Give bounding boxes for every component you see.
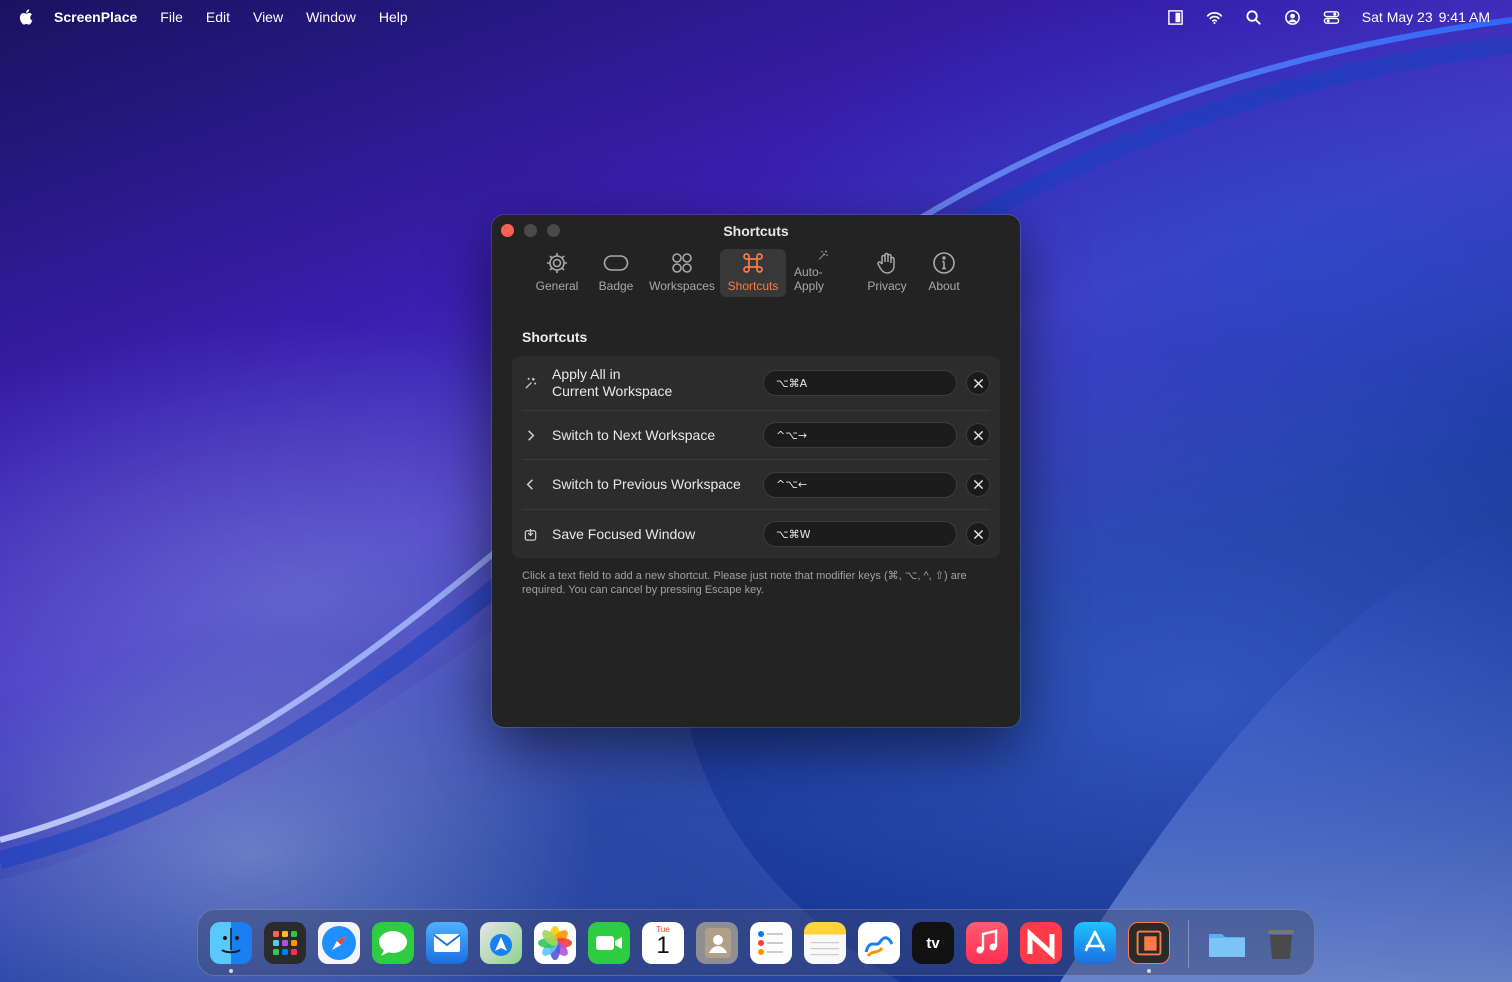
- clock-date: Sat May 23: [1361, 9, 1433, 25]
- user-icon[interactable]: [1284, 9, 1301, 26]
- tv-icon[interactable]: tv: [912, 922, 954, 964]
- tab-shortcuts[interactable]: Shortcuts: [720, 249, 786, 297]
- reminders-icon[interactable]: [750, 922, 792, 964]
- dock: Tue 1 tv: [197, 909, 1315, 976]
- calendar-icon[interactable]: Tue 1: [642, 922, 684, 964]
- tab-workspaces-label: Workspaces: [649, 279, 715, 293]
- close-icon: [973, 430, 983, 440]
- section-title: Shortcuts: [522, 329, 588, 345]
- shortcut-recorder-field[interactable]: ^⌥→: [763, 422, 957, 448]
- shortcut-label-line1: Apply All in: [552, 366, 621, 382]
- window-title: Shortcuts: [723, 223, 789, 239]
- photos-icon[interactable]: [534, 922, 576, 964]
- shortcut-row-save-window: Save Focused Window ⌥⌘W: [522, 510, 990, 558]
- tab-shortcuts-label: Shortcuts: [727, 279, 779, 293]
- screenplace-status-icon[interactable]: [1167, 9, 1184, 26]
- clear-shortcut-button[interactable]: [966, 423, 990, 447]
- app-store-icon[interactable]: [1074, 922, 1116, 964]
- shortcut-label: Save Focused Window: [552, 525, 696, 542]
- tab-badge-label: Badge: [598, 279, 634, 293]
- apple-logo-icon[interactable]: [18, 8, 36, 26]
- tab-about-label: About: [928, 279, 960, 293]
- launchpad-icon[interactable]: [264, 922, 306, 964]
- tv-label: tv: [926, 934, 940, 952]
- shortcut-label: Switch to Next Workspace: [552, 426, 716, 443]
- menu-file[interactable]: File: [160, 9, 183, 25]
- calendar-day: 1: [656, 932, 670, 959]
- tab-workspaces[interactable]: Workspaces: [646, 249, 718, 297]
- settings-toolbar: General Badge Workspaces Shortcuts Auto-…: [528, 249, 972, 297]
- news-icon[interactable]: [1020, 922, 1062, 964]
- safari-icon[interactable]: [318, 922, 360, 964]
- trash-icon[interactable]: [1260, 922, 1302, 964]
- messages-icon[interactable]: [372, 922, 414, 964]
- shortcut-label-line2: Current Workspace: [552, 383, 673, 399]
- info-icon: [933, 252, 955, 274]
- menu-window[interactable]: Window: [306, 9, 356, 25]
- tab-privacy-label: Privacy: [867, 279, 907, 293]
- hand-icon: [877, 252, 895, 274]
- shortcut-row-previous-workspace: Switch to Previous Workspace ^⌥←: [522, 460, 990, 510]
- shortcut-label: Apply All in Current Workspace: [552, 366, 763, 400]
- shortcut-recorder-field[interactable]: ⌥⌘W: [763, 521, 957, 547]
- tab-about[interactable]: About: [916, 249, 972, 297]
- contacts-icon[interactable]: [696, 922, 738, 964]
- grid-icon: [672, 253, 692, 273]
- search-icon[interactable]: [1245, 9, 1262, 26]
- notes-icon[interactable]: [804, 922, 846, 964]
- clear-shortcut-button[interactable]: [966, 522, 990, 546]
- freeform-icon[interactable]: [858, 922, 900, 964]
- close-icon: [973, 378, 983, 388]
- clock-time: 9:41 AM: [1438, 9, 1490, 25]
- downloads-folder-icon[interactable]: [1206, 922, 1248, 964]
- shortcut-row-next-workspace: Switch to Next Workspace ^⌥→: [522, 411, 990, 460]
- menu-edit[interactable]: Edit: [206, 9, 230, 25]
- clear-shortcut-button[interactable]: [966, 371, 990, 395]
- tab-badge[interactable]: Badge: [588, 249, 644, 297]
- tab-general-label: General: [535, 279, 579, 293]
- running-indicator: [229, 969, 233, 973]
- menubar-clock[interactable]: Sat May 23 9:41 AM: [1362, 9, 1490, 25]
- command-icon: [743, 253, 763, 273]
- shortcuts-settings-window: Shortcuts General Badge Workspaces Short…: [492, 215, 1020, 727]
- tab-auto-apply[interactable]: Auto-Apply: [788, 249, 858, 297]
- facetime-icon[interactable]: [588, 922, 630, 964]
- menu-view[interactable]: View: [253, 9, 283, 25]
- running-indicator: [1147, 969, 1151, 973]
- gear-icon: [547, 253, 567, 273]
- chevron-right-icon: [522, 427, 538, 443]
- magic-wand-icon: [818, 250, 828, 260]
- shortcut-recorder-field[interactable]: ⌥⌘A: [763, 370, 957, 396]
- close-icon: [973, 529, 983, 539]
- wifi-icon[interactable]: [1206, 9, 1223, 26]
- mail-icon[interactable]: [426, 922, 468, 964]
- magic-wand-icon: [522, 375, 538, 391]
- menu-app-name[interactable]: ScreenPlace: [54, 9, 137, 25]
- finder-icon[interactable]: [210, 922, 252, 964]
- shortcut-recorder-field[interactable]: ^⌥←: [763, 471, 957, 498]
- tab-auto-apply-label: Auto-Apply: [794, 265, 825, 293]
- dock-separator: [1188, 920, 1189, 968]
- menu-help[interactable]: Help: [379, 9, 408, 25]
- badge-icon: [603, 255, 629, 271]
- close-icon: [973, 480, 983, 489]
- shortcuts-list: Apply All in Current Workspace ⌥⌘A Switch…: [512, 356, 1000, 558]
- maps-icon[interactable]: [480, 922, 522, 964]
- help-note: Click a text field to add a new shortcut…: [522, 570, 967, 596]
- shortcut-row-apply-all: Apply All in Current Workspace ⌥⌘A: [522, 356, 990, 411]
- control-center-icon[interactable]: [1323, 9, 1340, 26]
- tab-privacy[interactable]: Privacy: [860, 249, 914, 297]
- music-icon[interactable]: [966, 922, 1008, 964]
- clear-shortcut-button[interactable]: [966, 472, 990, 497]
- tab-general[interactable]: General: [528, 249, 586, 297]
- screenplace-app-icon[interactable]: [1128, 922, 1170, 964]
- shortcut-label: Switch to Previous Workspace: [552, 476, 741, 492]
- save-window-icon: [522, 526, 538, 542]
- chevron-left-icon: [522, 477, 538, 493]
- menu-bar: ScreenPlace File Edit View Window Help S…: [0, 0, 1512, 34]
